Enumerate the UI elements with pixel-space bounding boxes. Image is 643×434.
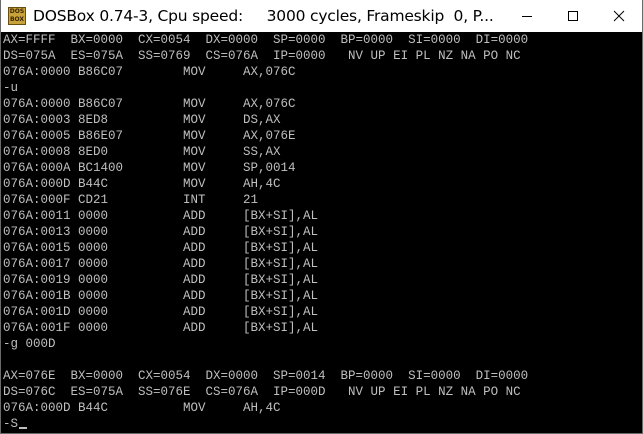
minimize-icon <box>522 16 532 17</box>
maximize-button[interactable] <box>550 0 596 32</box>
app-icon-text-top: DOS <box>9 8 25 15</box>
console-line: 076A:000D B44C MOV AH,4C <box>3 401 281 415</box>
console-line: 076A:0013 0000 ADD [BX+SI],AL <box>3 225 319 239</box>
console-line: 076A:0011 0000 ADD [BX+SI],AL <box>3 209 319 223</box>
console-line: 076A:001D 0000 ADD [BX+SI],AL <box>3 305 319 319</box>
console-line: -u <box>3 81 19 95</box>
console-line: AX=076E BX=0000 CX=0054 DX=0000 SP=0014 … <box>3 369 529 383</box>
console-line: 076A:0017 0000 ADD [BX+SI],AL <box>3 257 319 271</box>
console-line: -g 000D <box>3 337 56 351</box>
window-controls <box>504 0 642 32</box>
app-icon-text-bottom: BOX <box>9 16 25 23</box>
maximize-icon <box>568 11 578 21</box>
console-line: 076A:0003 8ED8 MOV DS,AX <box>3 113 281 127</box>
console-line: 076A:0019 0000 ADD [BX+SI],AL <box>3 273 319 287</box>
console-line: 076A:0008 8ED0 MOV SS,AX <box>3 145 281 159</box>
console-line: 076A:000D B44C MOV AH,4C <box>3 177 281 191</box>
text-cursor <box>19 427 28 429</box>
console-prompt-text: -S <box>3 417 19 431</box>
console-line: 076A:000F CD21 INT 21 <box>3 193 259 207</box>
close-icon <box>613 10 625 22</box>
console-line: 076A:0005 B86E07 MOV AX,076E <box>3 129 296 143</box>
window-title: DOSBox 0.74-3, Cpu speed: 3000 cycles, F… <box>33 7 494 25</box>
console-line: 076A:0000 B86C07 MOV AX,076C <box>3 65 296 79</box>
console-line: 076A:001F 0000 ADD [BX+SI],AL <box>3 321 319 335</box>
dosbox-app-icon[interactable]: DOS BOX <box>8 7 26 25</box>
console-line: 076A:001B 0000 ADD [BX+SI],AL <box>3 289 319 303</box>
console-line: 076A:0015 0000 ADD [BX+SI],AL <box>3 241 319 255</box>
console-line: DS=076C ES=075A SS=076E CS=076A IP=000D … <box>3 385 521 399</box>
console-line: 076A:0000 B86C07 MOV AX,076C <box>3 97 296 111</box>
console-prompt-line[interactable]: -S <box>3 416 28 432</box>
console-line: DS=075A ES=075A SS=0769 CS=076A IP=0000 … <box>3 49 521 63</box>
title-bar[interactable]: DOS BOX DOSBox 0.74-3, Cpu speed: 3000 c… <box>1 0 642 33</box>
minimize-button[interactable] <box>504 0 550 32</box>
console-line: AX=FFFF BX=0000 CX=0054 DX=0000 SP=0000 … <box>3 33 529 47</box>
close-button[interactable] <box>596 0 642 32</box>
dos-console[interactable]: AX=FFFF BX=0000 CX=0054 DX=0000 SP=0000 … <box>1 32 642 433</box>
console-line: 076A:000A BC1400 MOV SP,0014 <box>3 161 296 175</box>
dosbox-window: DOS BOX DOSBox 0.74-3, Cpu speed: 3000 c… <box>0 0 643 434</box>
